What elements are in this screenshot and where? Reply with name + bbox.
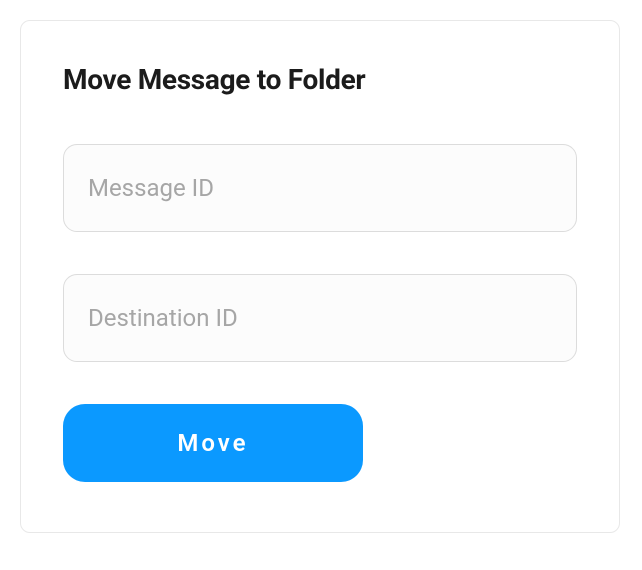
destination-id-field-wrapper bbox=[63, 274, 577, 362]
move-message-card: Move Message to Folder Move bbox=[20, 20, 620, 533]
message-id-input[interactable] bbox=[63, 144, 577, 232]
destination-id-input[interactable] bbox=[63, 274, 577, 362]
move-button[interactable]: Move bbox=[63, 404, 363, 482]
message-id-field-wrapper bbox=[63, 144, 577, 232]
card-title: Move Message to Folder bbox=[63, 63, 577, 96]
